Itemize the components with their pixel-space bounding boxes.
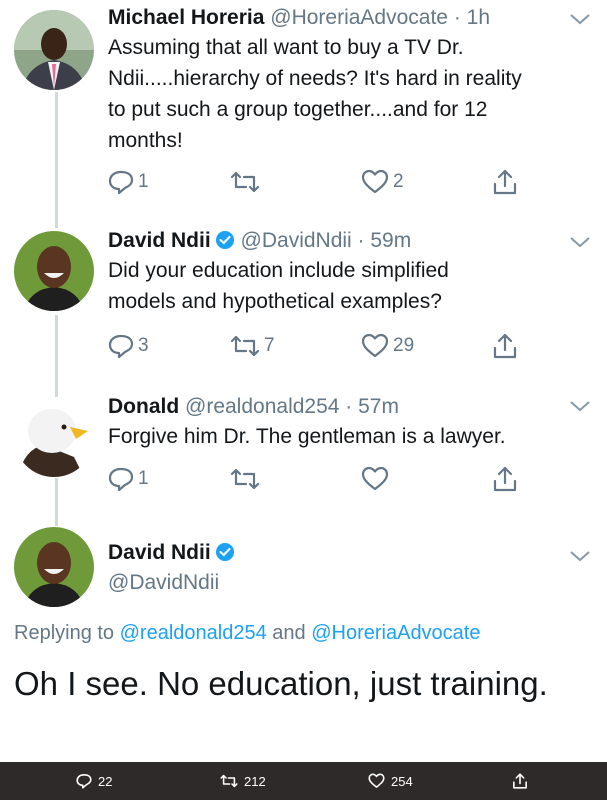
reply-count: 1 <box>138 171 149 192</box>
reply-icon <box>108 334 134 359</box>
share-icon <box>513 773 527 789</box>
chevron-down-icon[interactable] <box>569 399 591 413</box>
tweet-header: David Ndii @DavidNdii · 59m <box>108 227 567 255</box>
heart-icon <box>361 333 389 358</box>
reply-button[interactable]: 22 <box>76 762 112 800</box>
tweet-text: Did your education include simplified mo… <box>108 255 567 317</box>
heart-icon <box>361 466 389 491</box>
reply-count: 3 <box>138 335 149 356</box>
retweet-button[interactable] <box>230 168 264 196</box>
author-name[interactable]: David Ndii <box>108 229 211 252</box>
mention-link[interactable]: @realdonald254 <box>120 622 267 644</box>
heart-icon <box>368 773 385 788</box>
chevron-down-icon[interactable] <box>569 12 591 26</box>
retweet-count: 7 <box>264 335 275 356</box>
like-button[interactable]: 2 <box>361 168 404 196</box>
author-handle-time[interactable]: @HoreriaAdvocate · 1h <box>270 6 490 29</box>
author-handle[interactable]: @DavidNdii <box>108 571 219 594</box>
share-icon <box>493 333 517 359</box>
reply-icon <box>108 467 134 492</box>
tweet[interactable]: Michael Horeria @HoreriaAdvocate · 1h As… <box>0 0 607 215</box>
share-button[interactable] <box>492 332 518 360</box>
retweet-icon <box>230 468 260 490</box>
tweet-text: Assuming that all want to buy a TV Dr. N… <box>108 32 567 156</box>
author-handle-time[interactable]: @DavidNdii · 59m <box>241 229 412 252</box>
tweet-text-line: Forgive him Dr. The gentleman is a lawye… <box>108 425 506 448</box>
share-button[interactable] <box>512 762 528 800</box>
avatar[interactable] <box>14 231 94 311</box>
avatar[interactable] <box>14 527 94 607</box>
like-button[interactable] <box>361 465 393 493</box>
retweet-button[interactable]: 212 <box>220 762 266 800</box>
share-icon <box>493 169 517 195</box>
reply-icon <box>76 774 92 789</box>
author-handle-time[interactable]: @realdonald254 · 57m <box>185 395 399 418</box>
replying-and: and <box>272 622 306 644</box>
chevron-down-icon[interactable] <box>569 549 591 563</box>
share-icon <box>493 466 517 492</box>
reply-button[interactable]: 1 <box>108 465 149 493</box>
like-button[interactable]: 29 <box>361 332 414 360</box>
replying-to: Replying to @realdonald254 and @HoreriaA… <box>14 622 481 645</box>
like-count: 29 <box>393 335 415 356</box>
share-button[interactable] <box>492 168 518 196</box>
reply-count: 22 <box>98 773 113 789</box>
author-name[interactable]: David Ndii <box>108 541 211 564</box>
avatar[interactable] <box>14 10 94 90</box>
like-count: 254 <box>391 773 413 789</box>
tweet-actions: 1 2 <box>108 168 528 196</box>
tweet[interactable]: Donald @realdonald254 · 57m Forgive him … <box>0 385 607 515</box>
tweet-text-line: to put such a group together....and for … <box>108 98 488 121</box>
mention-link[interactable]: @HoreriaAdvocate <box>311 622 480 644</box>
tweet-header: David Ndii <box>108 539 567 567</box>
tweet-header: Michael Horeria @HoreriaAdvocate · 1h <box>108 4 567 32</box>
reply-count: 1 <box>138 468 149 489</box>
verified-badge-icon <box>215 231 234 249</box>
tweet-header: @DavidNdii <box>108 569 567 597</box>
tweet-actions: 1 <box>108 465 528 493</box>
retweet-button[interactable] <box>230 465 264 493</box>
tweet-header: Donald @realdonald254 · 57m <box>108 393 567 421</box>
like-button[interactable]: 254 <box>368 762 413 800</box>
author-name[interactable]: Michael Horeria <box>108 6 264 29</box>
bottom-action-bar: 22 212 254 <box>0 762 607 800</box>
tweet-text: Forgive him Dr. The gentleman is a lawye… <box>108 421 567 452</box>
verified-badge-icon <box>215 543 234 561</box>
avatar[interactable] <box>14 397 94 477</box>
retweet-icon <box>230 171 260 193</box>
like-count: 2 <box>393 171 404 192</box>
tweet-text-line: models and hypothetical examples? <box>108 290 442 313</box>
share-button[interactable] <box>492 465 518 493</box>
reply-icon <box>108 170 134 195</box>
tweet-text-line: Assuming that all want to buy a TV Dr. <box>108 36 464 59</box>
heart-icon <box>361 169 389 194</box>
retweet-icon <box>220 774 238 788</box>
tweet-text-line: Ndii.....hierarchy of needs? It's hard i… <box>108 67 522 90</box>
tweet-text-line: months! <box>108 129 183 152</box>
retweet-icon <box>230 335 260 357</box>
main-tweet-text: Oh I see. No education, just training. <box>14 665 548 702</box>
chevron-down-icon[interactable] <box>569 235 591 249</box>
retweet-count: 212 <box>244 773 266 789</box>
tweet[interactable]: David Ndii @DavidNdii · 59m Did your edu… <box>0 215 607 385</box>
replying-prefix: Replying to <box>14 622 115 644</box>
tweet-text-line: Did your education include simplified <box>108 259 449 282</box>
tweet-actions: 3 7 29 <box>108 332 528 360</box>
retweet-button[interactable]: 7 <box>230 332 275 360</box>
author-name[interactable]: Donald <box>108 395 179 418</box>
reply-button[interactable]: 1 <box>108 168 149 196</box>
reply-button[interactable]: 3 <box>108 332 149 360</box>
